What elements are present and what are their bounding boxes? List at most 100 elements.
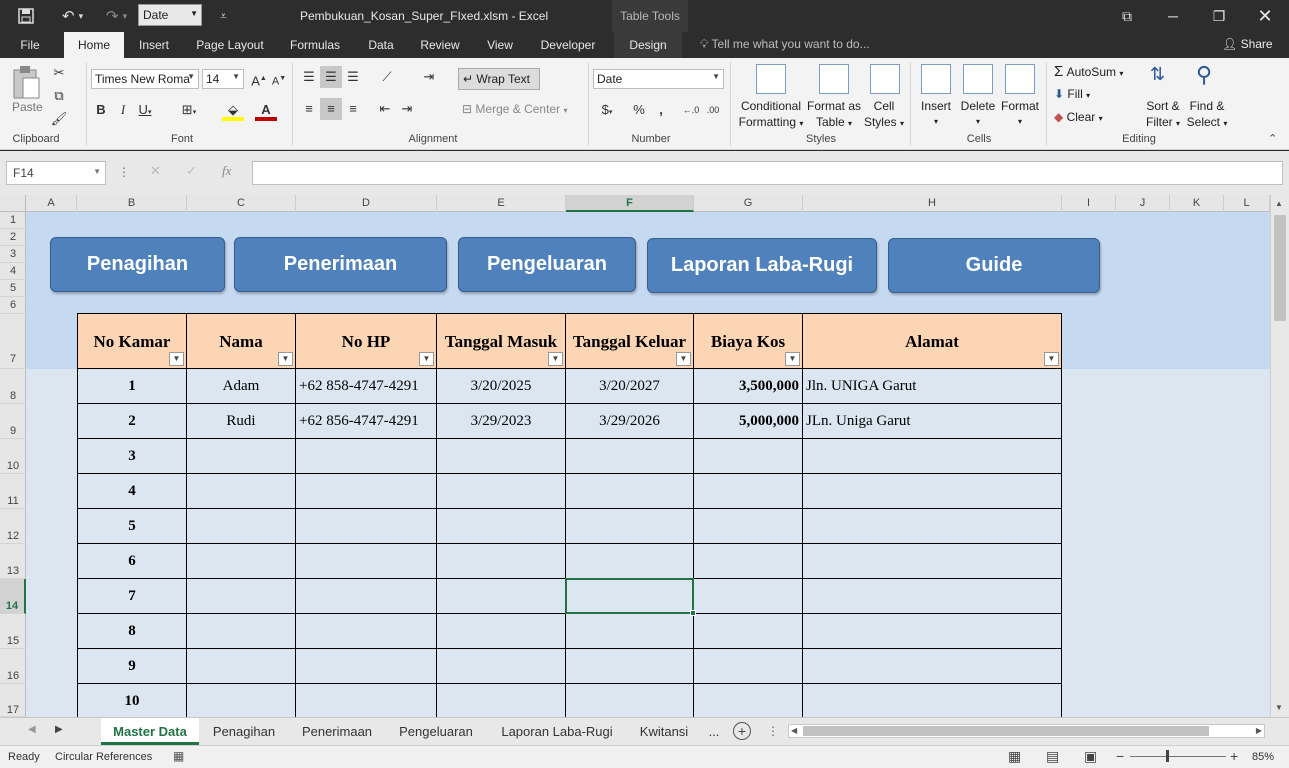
shrink-font-icon[interactable]: A▼ <box>268 68 290 90</box>
no-hp-cell[interactable] <box>295 614 437 649</box>
insert-cells-button[interactable]: Insert ▾ <box>916 98 956 130</box>
tanggal-masuk-cell[interactable] <box>436 544 566 579</box>
more-sheets-button[interactable]: ... <box>702 718 726 745</box>
tab-scroll-right-icon[interactable]: ▶ <box>55 724 63 735</box>
cell-styles-icon[interactable] <box>870 64 900 94</box>
alamat-cell[interactable] <box>802 439 1062 474</box>
find-icon[interactable]: ⚲ <box>1196 62 1212 88</box>
cut-icon[interactable]: ✂ <box>48 62 70 84</box>
laporan-laba-rugi-button[interactable]: Laporan Laba-Rugi <box>647 238 877 293</box>
row-header[interactable]: 15 <box>0 614 26 649</box>
filter-dropdown-icon[interactable]: ▼ <box>785 352 800 366</box>
column-header[interactable]: E <box>437 195 566 212</box>
penagihan-button[interactable]: Penagihan <box>50 237 225 292</box>
biaya-kos-cell[interactable] <box>693 684 803 717</box>
nama-cell[interactable] <box>186 439 296 474</box>
no-kamar-cell[interactable]: 3 <box>77 439 187 474</box>
no-hp-cell[interactable] <box>295 509 437 544</box>
alamat-cell[interactable] <box>802 544 1062 579</box>
sheet-tab-penerimaan[interactable]: Penerimaan <box>289 718 385 745</box>
decrease-indent-icon[interactable]: ⇤ <box>374 98 396 120</box>
no-hp-cell[interactable] <box>295 579 437 614</box>
delete-cells-icon[interactable] <box>963 64 993 94</box>
format-as-table-icon[interactable] <box>819 64 849 94</box>
hscroll-thumb[interactable] <box>803 726 1209 736</box>
tanggal-masuk-cell[interactable]: 3/20/2025 <box>436 369 566 404</box>
filter-dropdown-icon[interactable]: ▼ <box>548 352 563 366</box>
column-header[interactable]: I <box>1062 195 1116 212</box>
nama-cell[interactable]: Rudi <box>186 404 296 439</box>
column-header[interactable]: J <box>1116 195 1170 212</box>
tab-view[interactable]: View <box>480 32 520 58</box>
row-header[interactable]: 13 <box>0 544 26 579</box>
column-header[interactable]: K <box>1170 195 1224 212</box>
nama-cell[interactable] <box>186 579 296 614</box>
redo-icon[interactable]: ↷ ▾ <box>106 6 127 26</box>
nama-cell[interactable] <box>186 509 296 544</box>
percent-icon[interactable]: % <box>628 99 650 121</box>
filter-dropdown-icon[interactable]: ▼ <box>676 352 691 366</box>
undo-icon[interactable]: ↶ ▾ <box>62 6 83 26</box>
biaya-kos-cell[interactable] <box>693 614 803 649</box>
normal-view-icon[interactable]: ▦ <box>1008 748 1021 765</box>
alamat-cell[interactable] <box>802 474 1062 509</box>
biaya-kos-cell[interactable] <box>693 474 803 509</box>
column-header[interactable]: C <box>187 195 296 212</box>
sheet-tab-pengeluaran[interactable]: Pengeluaran <box>386 718 486 745</box>
no-kamar-cell[interactable]: 9 <box>77 649 187 684</box>
scroll-thumb[interactable] <box>1274 215 1286 321</box>
page-break-view-icon[interactable]: ▣ <box>1084 748 1097 765</box>
tanggal-keluar-cell[interactable] <box>565 544 694 579</box>
tab-scroll-left-icon[interactable]: ◀ <box>28 724 36 735</box>
cell-styles-button[interactable]: Cell Styles ▾ <box>862 98 906 132</box>
no-hp-cell[interactable] <box>295 544 437 579</box>
align-middle-icon[interactable]: ☰ <box>320 66 342 88</box>
active-cell[interactable] <box>565 578 696 616</box>
no-kamar-cell[interactable]: 7 <box>77 579 187 614</box>
biaya-kos-cell[interactable]: 5,000,000 <box>693 404 803 439</box>
no-hp-cell[interactable] <box>295 649 437 684</box>
orientation-icon[interactable]: ⟋ <box>376 66 398 88</box>
conditional-formatting-icon[interactable] <box>756 64 786 94</box>
no-kamar-cell[interactable]: 6 <box>77 544 187 579</box>
tell-me-box[interactable]: 💡︎ Tell me what you want to do... <box>700 37 870 52</box>
no-hp-cell[interactable]: +62 856-4747-4291 <box>295 404 437 439</box>
tab-developer[interactable]: Developer <box>534 32 602 58</box>
select-all-corner[interactable] <box>0 195 26 212</box>
tanggal-masuk-cell[interactable] <box>436 649 566 684</box>
column-header[interactable]: L <box>1224 195 1270 212</box>
format-painter-icon[interactable]: 🖌︎ <box>48 108 70 130</box>
tab-formulas[interactable]: Formulas <box>284 32 346 58</box>
tanggal-masuk-cell[interactable] <box>436 509 566 544</box>
worksheet-area[interactable]: Penagihan Penerimaan Pengeluaran Laporan… <box>26 212 1270 717</box>
row-header[interactable]: 11 <box>0 474 26 509</box>
column-header[interactable]: D <box>296 195 437 212</box>
align-top-icon[interactable]: ☰ <box>298 66 320 88</box>
restore-button[interactable]: ❐ <box>1196 0 1242 32</box>
number-format-box[interactable]: Date ▼ <box>593 69 724 89</box>
filter-dropdown-icon[interactable]: ▼ <box>278 352 293 366</box>
row-header[interactable]: 10 <box>0 439 26 474</box>
pengeluaran-button[interactable]: Pengeluaran <box>458 237 636 292</box>
conditional-formatting-button[interactable]: Conditional Formatting ▾ <box>736 98 806 132</box>
nama-cell[interactable] <box>186 684 296 717</box>
tanggal-keluar-cell[interactable] <box>565 614 694 649</box>
tanggal-keluar-cell[interactable] <box>565 509 694 544</box>
tab-splitter-icon[interactable]: ⋮ <box>767 724 779 738</box>
sort-filter-button[interactable]: Sort & Filter ▾ <box>1142 98 1184 132</box>
font-color-icon[interactable]: A <box>255 99 277 121</box>
insert-function-icon[interactable]: fx <box>222 163 231 179</box>
tanggal-keluar-cell[interactable] <box>565 649 694 684</box>
text-direction-icon[interactable]: ⇥ <box>418 66 440 88</box>
sort-filter-icon[interactable]: ⇅ <box>1150 64 1165 85</box>
tab-insert[interactable]: Insert <box>132 32 176 58</box>
tanggal-keluar-cell[interactable]: 3/29/2026 <box>565 404 694 439</box>
fill-color-icon[interactable]: ⬙ <box>222 99 244 121</box>
comma-style-icon[interactable]: , <box>650 99 672 121</box>
minimize-button[interactable]: ─ <box>1150 0 1196 32</box>
no-kamar-cell[interactable]: 5 <box>77 509 187 544</box>
tanggal-masuk-cell[interactable] <box>436 614 566 649</box>
filter-dropdown-icon[interactable]: ▼ <box>169 352 184 366</box>
ribbon-display-icon[interactable]: ⧉ <box>1104 0 1150 32</box>
nama-cell[interactable] <box>186 544 296 579</box>
